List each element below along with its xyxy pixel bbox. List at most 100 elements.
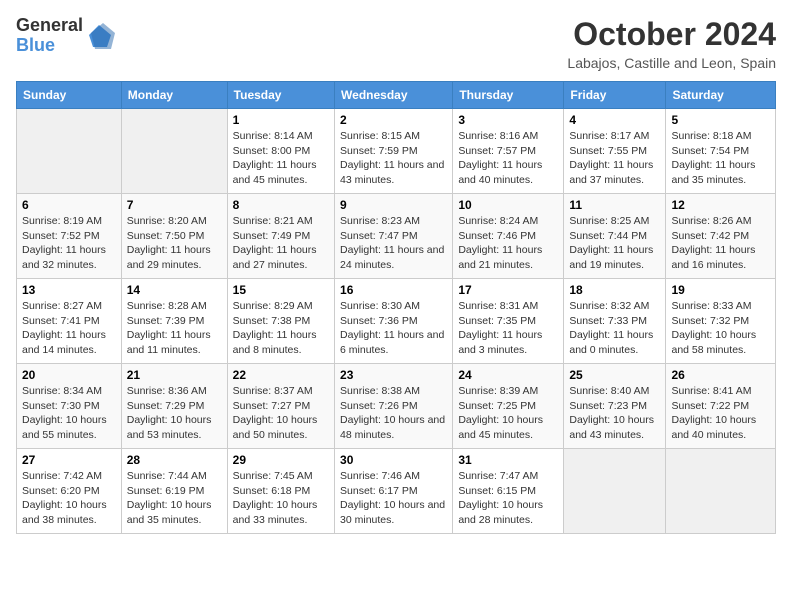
day-info: Sunrise: 8:41 AMSunset: 7:22 PMDaylight:… — [671, 384, 770, 443]
day-info: Sunrise: 8:33 AMSunset: 7:32 PMDaylight:… — [671, 299, 770, 358]
day-number: 27 — [22, 453, 116, 467]
calendar-cell — [666, 449, 776, 534]
title-section: October 2024 Labajos, Castille and Leon,… — [567, 16, 776, 71]
day-info: Sunrise: 8:31 AMSunset: 7:35 PMDaylight:… — [458, 299, 558, 358]
calendar-week-row: 27 Sunrise: 7:42 AMSunset: 6:20 PMDayligh… — [17, 449, 776, 534]
day-number: 30 — [340, 453, 447, 467]
day-number: 11 — [569, 198, 660, 212]
day-number: 22 — [233, 368, 329, 382]
day-info: Sunrise: 8:40 AMSunset: 7:23 PMDaylight:… — [569, 384, 660, 443]
day-number: 3 — [458, 113, 558, 127]
calendar-cell: 24 Sunrise: 8:39 AMSunset: 7:25 PMDayligh… — [453, 364, 564, 449]
day-info: Sunrise: 8:30 AMSunset: 7:36 PMDaylight:… — [340, 299, 447, 358]
calendar-cell: 3Sunrise: 8:16 AMSunset: 7:57 PMDaylight… — [453, 109, 564, 194]
calendar-cell: 27 Sunrise: 7:42 AMSunset: 6:20 PMDayligh… — [17, 449, 122, 534]
day-info: Sunrise: 8:34 AMSunset: 7:30 PMDaylight:… — [22, 384, 116, 443]
calendar-cell: 15Sunrise: 8:29 AMSunset: 7:38 PMDayligh… — [227, 279, 334, 364]
day-number: 15 — [233, 283, 329, 297]
calendar-cell: 22 Sunrise: 8:37 AMSunset: 7:27 PMDayligh… — [227, 364, 334, 449]
day-info: Sunrise: 8:36 AMSunset: 7:29 PMDaylight:… — [127, 384, 222, 443]
calendar-cell: 1 Sunrise: 8:14 AMSunset: 8:00 PMDaylight… — [227, 109, 334, 194]
logo-text: General Blue — [16, 16, 83, 56]
calendar-cell: 19 Sunrise: 8:33 AMSunset: 7:32 PMDayligh… — [666, 279, 776, 364]
day-number: 19 — [671, 283, 770, 297]
day-info: Sunrise: 8:21 AMSunset: 7:49 PMDaylight:… — [233, 214, 329, 273]
day-number: 9 — [340, 198, 447, 212]
day-of-week-header: Saturday — [666, 82, 776, 109]
day-info: Sunrise: 7:42 AMSunset: 6:20 PMDaylight:… — [22, 469, 116, 528]
day-info: Sunrise: 8:14 AMSunset: 8:00 PMDaylight:… — [233, 129, 329, 188]
day-info: Sunrise: 8:24 AMSunset: 7:46 PMDaylight:… — [458, 214, 558, 273]
calendar-cell — [564, 449, 666, 534]
day-info: Sunrise: 8:20 AMSunset: 7:50 PMDaylight:… — [127, 214, 222, 273]
day-info: Sunrise: 8:19 AMSunset: 7:52 PMDaylight:… — [22, 214, 116, 273]
day-info: Sunrise: 8:23 AMSunset: 7:47 PMDaylight:… — [340, 214, 447, 273]
location: Labajos, Castille and Leon, Spain — [567, 55, 776, 71]
calendar-cell: 14 Sunrise: 8:28 AMSunset: 7:39 PMDayligh… — [121, 279, 227, 364]
day-of-week-header: Friday — [564, 82, 666, 109]
day-info: Sunrise: 8:17 AMSunset: 7:55 PMDaylight:… — [569, 129, 660, 188]
day-number: 28 — [127, 453, 222, 467]
month-title: October 2024 — [567, 16, 776, 53]
day-number: 7 — [127, 198, 222, 212]
day-info: Sunrise: 8:28 AMSunset: 7:39 PMDaylight:… — [127, 299, 222, 358]
day-number: 23 — [340, 368, 447, 382]
logo-icon — [85, 21, 115, 51]
calendar-week-row: 13 Sunrise: 8:27 AMSunset: 7:41 PMDayligh… — [17, 279, 776, 364]
day-number: 5 — [671, 113, 770, 127]
day-info: Sunrise: 7:44 AMSunset: 6:19 PMDaylight:… — [127, 469, 222, 528]
day-number: 24 — [458, 368, 558, 382]
calendar-cell: 20 Sunrise: 8:34 AMSunset: 7:30 PMDayligh… — [17, 364, 122, 449]
calendar-cell — [121, 109, 227, 194]
day-number: 8 — [233, 198, 329, 212]
calendar-cell: 12Sunrise: 8:26 AMSunset: 7:42 PMDayligh… — [666, 194, 776, 279]
day-number: 10 — [458, 198, 558, 212]
day-number: 14 — [127, 283, 222, 297]
calendar-table: SundayMondayTuesdayWednesdayThursdayFrid… — [16, 81, 776, 534]
calendar-cell: 7 Sunrise: 8:20 AMSunset: 7:50 PMDaylight… — [121, 194, 227, 279]
page-header: General Blue October 2024 Labajos, Casti… — [16, 16, 776, 71]
calendar-cell: 21 Sunrise: 8:36 AMSunset: 7:29 PMDayligh… — [121, 364, 227, 449]
calendar-cell: 5Sunrise: 8:18 AMSunset: 7:54 PMDaylight… — [666, 109, 776, 194]
calendar-cell: 10 Sunrise: 8:24 AMSunset: 7:46 PMDayligh… — [453, 194, 564, 279]
calendar-cell: 2 Sunrise: 8:15 AMSunset: 7:59 PMDaylight… — [335, 109, 453, 194]
day-number: 17 — [458, 283, 558, 297]
calendar-week-row: 6Sunrise: 8:19 AMSunset: 7:52 PMDaylight… — [17, 194, 776, 279]
day-number: 2 — [340, 113, 447, 127]
day-info: Sunrise: 8:37 AMSunset: 7:27 PMDaylight:… — [233, 384, 329, 443]
day-of-week-header: Monday — [121, 82, 227, 109]
day-number: 4 — [569, 113, 660, 127]
calendar-cell: 31Sunrise: 7:47 AMSunset: 6:15 PMDayligh… — [453, 449, 564, 534]
day-of-week-header: Thursday — [453, 82, 564, 109]
calendar-cell: 26 Sunrise: 8:41 AMSunset: 7:22 PMDayligh… — [666, 364, 776, 449]
calendar-cell: 30 Sunrise: 7:46 AMSunset: 6:17 PMDayligh… — [335, 449, 453, 534]
calendar-cell: 11 Sunrise: 8:25 AMSunset: 7:44 PMDayligh… — [564, 194, 666, 279]
calendar-cell: 4 Sunrise: 8:17 AMSunset: 7:55 PMDaylight… — [564, 109, 666, 194]
day-number: 26 — [671, 368, 770, 382]
calendar-cell: 29Sunrise: 7:45 AMSunset: 6:18 PMDayligh… — [227, 449, 334, 534]
day-number: 31 — [458, 453, 558, 467]
header-row: SundayMondayTuesdayWednesdayThursdayFrid… — [17, 82, 776, 109]
calendar-cell: 16Sunrise: 8:30 AMSunset: 7:36 PMDayligh… — [335, 279, 453, 364]
day-number: 21 — [127, 368, 222, 382]
calendar-week-row: 20 Sunrise: 8:34 AMSunset: 7:30 PMDayligh… — [17, 364, 776, 449]
calendar-cell: 8 Sunrise: 8:21 AMSunset: 7:49 PMDaylight… — [227, 194, 334, 279]
calendar-cell: 6Sunrise: 8:19 AMSunset: 7:52 PMDaylight… — [17, 194, 122, 279]
day-info: Sunrise: 7:46 AMSunset: 6:17 PMDaylight:… — [340, 469, 447, 528]
logo: General Blue — [16, 16, 115, 56]
calendar-cell: 13 Sunrise: 8:27 AMSunset: 7:41 PMDayligh… — [17, 279, 122, 364]
day-info: Sunrise: 8:15 AMSunset: 7:59 PMDaylight:… — [340, 129, 447, 188]
day-info: Sunrise: 8:38 AMSunset: 7:26 PMDaylight:… — [340, 384, 447, 443]
calendar-cell: 25Sunrise: 8:40 AMSunset: 7:23 PMDayligh… — [564, 364, 666, 449]
day-info: Sunrise: 7:45 AMSunset: 6:18 PMDaylight:… — [233, 469, 329, 528]
day-number: 13 — [22, 283, 116, 297]
day-info: Sunrise: 8:39 AMSunset: 7:25 PMDaylight:… — [458, 384, 558, 443]
day-info: Sunrise: 8:27 AMSunset: 7:41 PMDaylight:… — [22, 299, 116, 358]
day-of-week-header: Sunday — [17, 82, 122, 109]
day-info: Sunrise: 8:25 AMSunset: 7:44 PMDaylight:… — [569, 214, 660, 273]
calendar-cell: 23 Sunrise: 8:38 AMSunset: 7:26 PMDayligh… — [335, 364, 453, 449]
calendar-cell: 28 Sunrise: 7:44 AMSunset: 6:19 PMDayligh… — [121, 449, 227, 534]
day-number: 20 — [22, 368, 116, 382]
day-number: 1 — [233, 113, 329, 127]
day-number: 18 — [569, 283, 660, 297]
